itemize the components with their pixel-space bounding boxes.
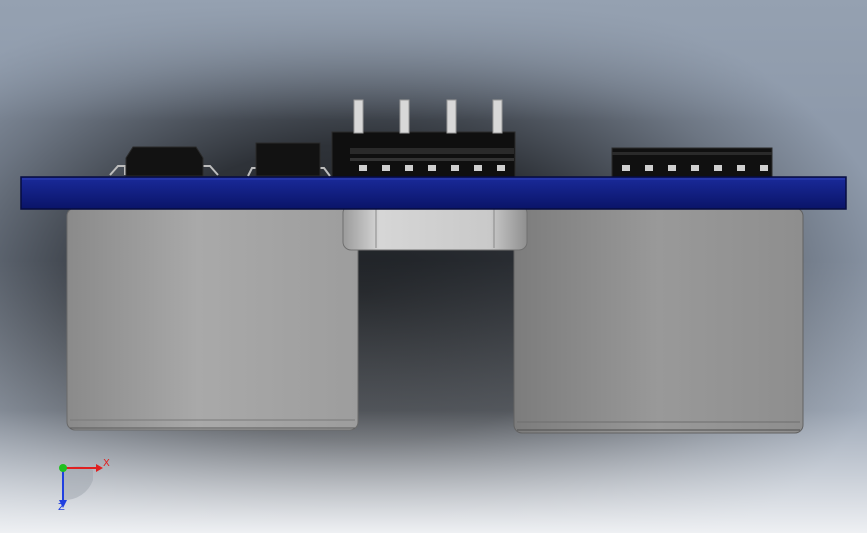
z-axis-label: Z — [58, 502, 65, 513]
crystal-oscillator — [342, 204, 528, 251]
x-axis-label: X — [103, 458, 110, 469]
model-scene — [0, 0, 867, 533]
ic-chip-right — [611, 147, 773, 178]
left-transducer — [66, 207, 359, 431]
right-transducer — [513, 207, 804, 434]
smd-chip-middle — [247, 142, 331, 177]
viewport-top-glow — [0, 0, 867, 120]
y-axis-dot — [59, 464, 67, 472]
pcb-board — [20, 176, 847, 210]
3d-viewport[interactable]: X Z — [0, 0, 867, 533]
